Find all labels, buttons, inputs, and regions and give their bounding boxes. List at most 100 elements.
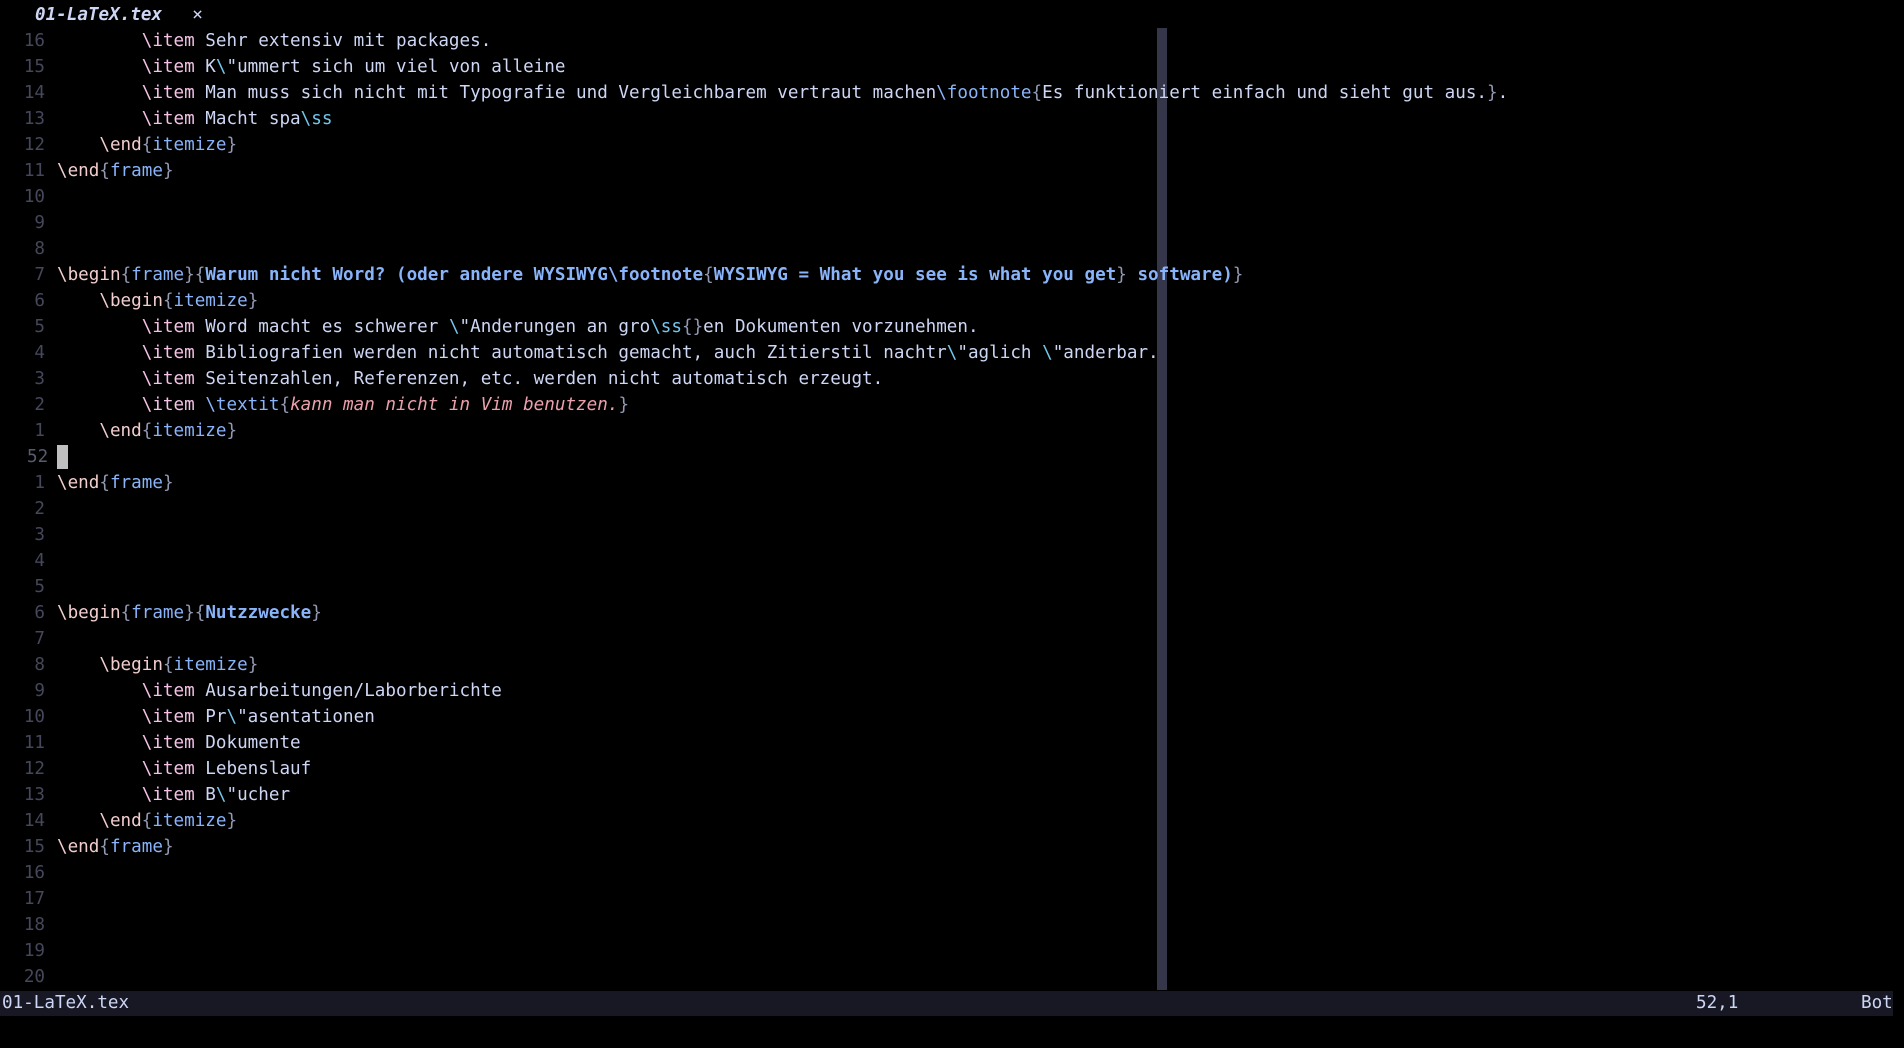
- plain-text: .: [1497, 83, 1509, 103]
- latex-command: \item: [141, 317, 195, 337]
- line-number: 7: [34, 265, 45, 285]
- code-line[interactable]: 16: [0, 860, 1904, 886]
- line-number: 18: [23, 915, 45, 935]
- latex-command: \end: [57, 161, 100, 181]
- code-line[interactable]: 19: [0, 938, 1904, 964]
- latex-command: \end: [99, 135, 142, 155]
- line-number: 7: [34, 629, 45, 649]
- code-line[interactable]: 2: [0, 496, 1904, 522]
- brace: }: [226, 135, 238, 155]
- line-content: \item Seitenzahlen, Referenzen, etc. wer…: [57, 366, 883, 392]
- code-line[interactable]: 10: [0, 184, 1904, 210]
- brace: {: [141, 421, 153, 441]
- plain-text: Ausarbeitungen/Laborberichte: [194, 681, 502, 701]
- plain-text: Seitenzahlen, Referenzen, etc. werden ni…: [194, 369, 884, 389]
- latex-command: \item: [141, 57, 195, 77]
- line-number: 16: [23, 31, 45, 51]
- line-number: 15: [23, 57, 45, 77]
- code-line[interactable]: 11 \end{frame}: [0, 158, 1904, 184]
- code-line[interactable]: 14 \end{itemize}: [0, 808, 1904, 834]
- brace: {: [99, 837, 110, 857]
- brace: }: [311, 603, 322, 623]
- code-line[interactable]: 11 \item Dokumente: [0, 730, 1904, 756]
- line-content: \end{frame}: [57, 158, 174, 184]
- code-line[interactable]: 5: [0, 574, 1904, 600]
- line-number: 6: [34, 603, 45, 623]
- text-cursor: [57, 445, 68, 469]
- close-icon[interactable]: ×: [192, 2, 203, 28]
- plain-text: Pr: [194, 707, 227, 727]
- code-line[interactable]: 8: [0, 236, 1904, 262]
- statusline-cursor-position: 52,1: [1696, 993, 1739, 1013]
- brace: {: [141, 811, 153, 831]
- code-line[interactable]: 20: [0, 964, 1904, 990]
- code-line[interactable]: 8 \begin{itemize}: [0, 652, 1904, 678]
- line-content: \item K\"ummert sich um viel von alleine: [57, 54, 566, 80]
- code-line[interactable]: 9 \item Ausarbeitungen/Laborberichte: [0, 678, 1904, 704]
- code-line[interactable]: 12 \item Lebenslauf: [0, 756, 1904, 782]
- code-line[interactable]: 15 \end{frame}: [0, 834, 1904, 860]
- plain-text: Bibliografien werden nicht automatisch g…: [194, 343, 947, 363]
- code-line[interactable]: 4 \item Bibliografien werden nicht autom…: [0, 340, 1904, 366]
- code-line[interactable]: 5 \item Word macht es schwerer \"Anderun…: [0, 314, 1904, 340]
- line-content: \item Man muss sich nicht mit Typografie…: [57, 80, 1508, 106]
- code-line[interactable]: 7: [0, 626, 1904, 652]
- editor-buffer[interactable]: 16 \item Sehr extensiv mit packages. 15 \…: [0, 28, 1904, 990]
- frame-title: WYSIWYG = What you see is what you get: [713, 265, 1117, 285]
- code-line[interactable]: 17: [0, 886, 1904, 912]
- brace: {: [99, 473, 110, 493]
- environment-name: itemize: [152, 811, 227, 831]
- code-line[interactable]: 15 \item K\"ummert sich um viel von alle…: [0, 54, 1904, 80]
- italic-text: kann man nicht in Vim benutzen.: [290, 395, 619, 415]
- buffer-lines: 16 \item Sehr extensiv mit packages. 15 \…: [0, 28, 1904, 990]
- plain-text: Word macht es schwerer: [194, 317, 449, 337]
- brace: {: [141, 135, 153, 155]
- code-line[interactable]: 4: [0, 548, 1904, 574]
- latex-command: \item: [141, 369, 195, 389]
- plain-text: Dokumente: [194, 733, 301, 753]
- escape-sequence: \: [226, 707, 238, 727]
- frame-title: Nutzzwecke: [205, 603, 312, 623]
- line-number: 17: [23, 889, 45, 909]
- code-line[interactable]: 3: [0, 522, 1904, 548]
- latex-command: \item: [141, 681, 195, 701]
- line-content: \end{itemize}: [57, 808, 237, 834]
- code-line[interactable]: 9: [0, 210, 1904, 236]
- code-line[interactable]: 6 \begin{frame}{Nutzzwecke}: [0, 600, 1904, 626]
- code-line[interactable]: 10 \item Pr\"asentationen: [0, 704, 1904, 730]
- line-number: 20: [23, 967, 45, 987]
- statusline-scroll-indicator: Bot: [1861, 993, 1893, 1013]
- escape-sequence: \: [1042, 343, 1053, 363]
- line-content: \item Lebenslauf: [57, 756, 312, 782]
- code-line[interactable]: 16 \item Sehr extensiv mit packages.: [0, 28, 1904, 54]
- latex-command: \begin: [57, 265, 121, 285]
- code-line[interactable]: 13 \item Macht spa\ss: [0, 106, 1904, 132]
- code-line[interactable]: 3 \item Seitenzahlen, Referenzen, etc. w…: [0, 366, 1904, 392]
- line-content: \item Ausarbeitungen/Laborberichte: [57, 678, 502, 704]
- code-line[interactable]: 18: [0, 912, 1904, 938]
- code-line[interactable]: 7 \begin{frame}{Warum nicht Word? (oder a…: [0, 262, 1904, 288]
- code-line[interactable]: 12 \end{itemize}: [0, 132, 1904, 158]
- latex-command: \end: [57, 473, 100, 493]
- line-number: 5: [34, 317, 45, 337]
- code-line[interactable]: 14 \item Man muss sich nicht mit Typogra…: [0, 80, 1904, 106]
- code-line[interactable]: 6 \begin{itemize}: [0, 288, 1904, 314]
- line-content: [57, 444, 68, 470]
- brace: {: [162, 655, 174, 675]
- tab-title: 01-LaTeX.tex: [35, 5, 163, 25]
- plain-text: "Anderungen an gro: [459, 317, 651, 337]
- line-content: \end{itemize}: [57, 418, 237, 444]
- code-line[interactable]: 1 \end{itemize}: [0, 418, 1904, 444]
- line-number: 52: [27, 447, 49, 467]
- code-line[interactable]: 13 \item B\"ucher: [0, 782, 1904, 808]
- plain-text: "ucher: [226, 785, 291, 805]
- current-line[interactable]: 52: [0, 444, 1904, 470]
- escape-sequence: \ss: [650, 317, 682, 337]
- code-line[interactable]: 2 \item \textit{kann man nicht in Vim be…: [0, 392, 1904, 418]
- code-line[interactable]: 1 \end{frame}: [0, 470, 1904, 496]
- brace: {: [1031, 83, 1043, 103]
- tab-01-latex[interactable]: 01-LaTeX.tex ×: [35, 2, 203, 28]
